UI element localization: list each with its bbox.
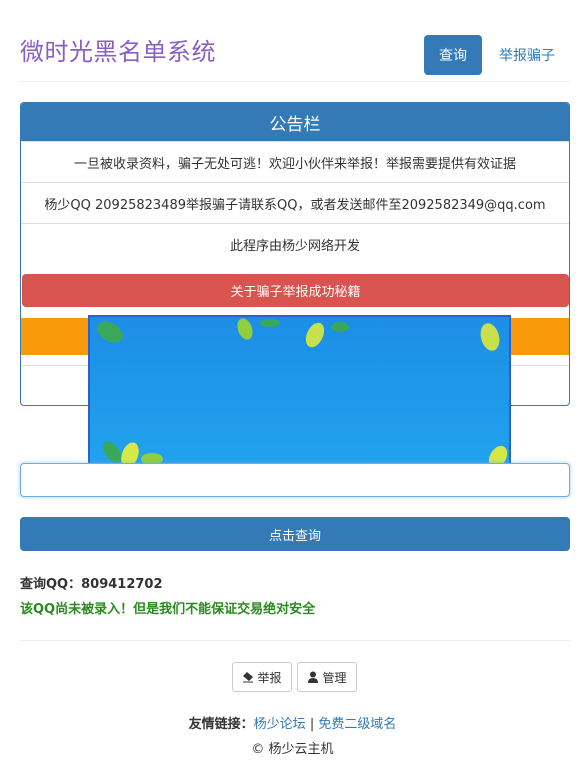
notice-row: 一旦被收录资料，骗子无处可逃！欢迎小伙伴来举报！举报需要提供有效证据	[21, 141, 569, 182]
notice-row: 此程序由杨少网络开发	[21, 223, 569, 264]
submit-query-button[interactable]: 点击查询	[20, 517, 570, 551]
qq-search-input[interactable]	[20, 463, 570, 497]
footer-divider	[20, 640, 570, 641]
admin-button[interactable]: 管理	[297, 662, 357, 692]
header-divider	[20, 81, 570, 82]
report-tips-button[interactable]: 关于骗子举报成功秘籍	[22, 274, 569, 307]
friend-link[interactable]: 免费二级域名	[318, 717, 396, 732]
link-separator: |	[309, 717, 315, 732]
query-qq-value: 809412702	[81, 577, 163, 592]
friend-link[interactable]: 杨少论坛	[254, 717, 306, 732]
app-title: 微时光黑名单系统	[20, 38, 216, 66]
ad-banner[interactable]	[88, 315, 511, 469]
copyright: © 杨少云主机	[251, 742, 334, 757]
notice-panel-heading: 公告栏	[21, 103, 569, 141]
query-result: 查询QQ：809412702	[20, 573, 163, 592]
nav-report-link[interactable]: 举报骗子	[494, 35, 560, 75]
friend-links-label: 友情链接：	[188, 717, 254, 732]
query-label: 查询QQ：	[20, 577, 82, 592]
user-icon	[308, 671, 319, 683]
eraser-icon	[243, 672, 254, 683]
notice-row: 杨少QQ 20925823489举报骗子请联系QQ，或者发送邮件至2092582…	[21, 182, 569, 223]
friend-links: 友情链接：杨少论坛 | 免费二级域名	[0, 713, 585, 732]
nav-query-button[interactable]: 查询	[424, 35, 482, 75]
report-button[interactable]: 举报	[232, 662, 292, 692]
leaf-pattern-image	[90, 317, 509, 467]
admin-button-label: 管理	[322, 670, 347, 685]
report-button-label: 举报	[257, 670, 282, 685]
page-header: 微时光黑名单系统 查询 举报骗子	[0, 0, 585, 82]
result-status-message: 该QQ尚未被录入！但是我们不能保证交易绝对安全	[20, 602, 316, 617]
